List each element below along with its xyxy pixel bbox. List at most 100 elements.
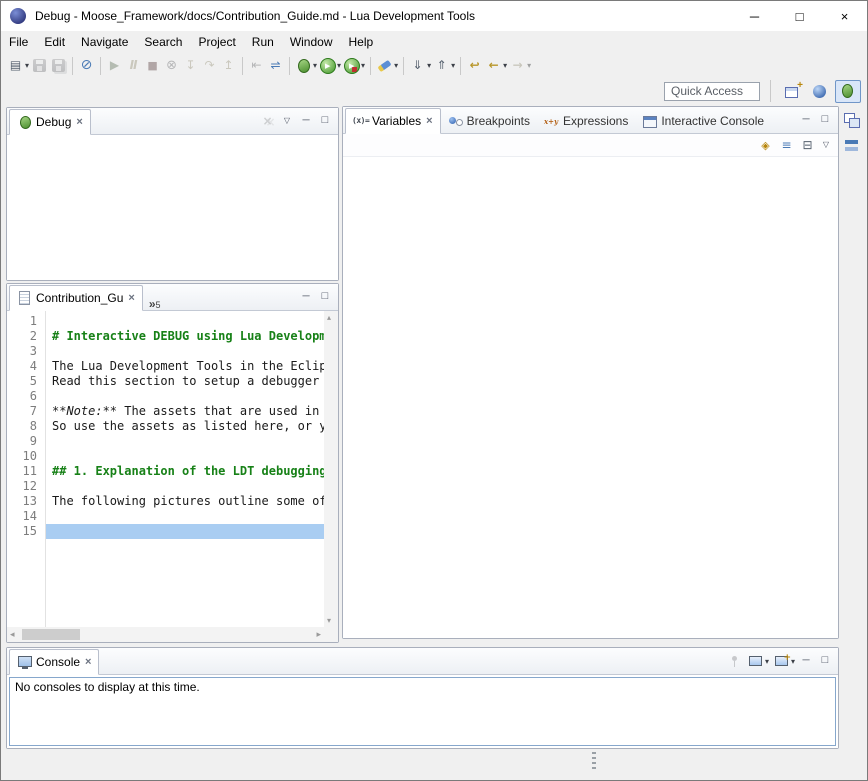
console-tab-console[interactable]: Console xyxy=(9,649,99,675)
open-console-button[interactable] xyxy=(772,650,796,672)
display-selected-console-button[interactable] xyxy=(746,650,770,672)
last-edit-location-button[interactable] xyxy=(465,55,484,77)
line-number[interactable]: 10 xyxy=(7,449,45,464)
line-number[interactable]: 12 xyxy=(7,479,45,494)
previous-annotation-button[interactable] xyxy=(432,55,456,77)
search-button[interactable] xyxy=(375,55,399,77)
save-button[interactable] xyxy=(30,55,49,77)
step-return-button[interactable] xyxy=(219,55,238,77)
drop-to-frame-button[interactable] xyxy=(247,55,266,77)
console-maximize-button[interactable] xyxy=(816,653,834,669)
horizontal-scrollbar-thumb[interactable] xyxy=(22,629,80,640)
debug-button[interactable] xyxy=(294,55,318,77)
line-number[interactable]: 15 xyxy=(7,524,45,539)
editor-minimize-button[interactable] xyxy=(297,289,315,305)
line-number[interactable]: 4 xyxy=(7,359,45,374)
editor-tab-contribution-gu[interactable]: Contribution_Gu xyxy=(9,285,143,311)
use-step-filters-button[interactable] xyxy=(266,55,285,77)
line-number[interactable]: 8 xyxy=(7,419,45,434)
menu-project[interactable]: Project xyxy=(190,31,243,52)
show-type-names-button[interactable] xyxy=(777,134,796,156)
open-perspective-button[interactable] xyxy=(781,81,805,102)
restore-view-button[interactable] xyxy=(842,111,862,129)
debug-tab-debug[interactable]: Debug xyxy=(9,109,91,135)
editor-line[interactable]: 5Read this section to setup a debugger xyxy=(7,374,324,389)
variables-tab-variables[interactable]: Variables xyxy=(345,108,441,134)
save-all-button[interactable] xyxy=(49,55,68,77)
line-number[interactable]: 14 xyxy=(7,509,45,524)
menu-file[interactable]: File xyxy=(1,31,36,52)
debug-view-menu-button[interactable] xyxy=(278,113,296,129)
minimize-window-button[interactable]: ─ xyxy=(732,1,777,31)
close-tab-button[interactable] xyxy=(85,656,91,668)
variables-tab-breakpoints[interactable]: Breakpoints xyxy=(441,109,537,133)
show-logical-structures-button[interactable] xyxy=(756,134,775,156)
back-button[interactable] xyxy=(484,55,508,77)
variables-tab-interactive-console[interactable]: Interactive Console xyxy=(635,109,771,133)
editor-line[interactable]: 6 xyxy=(7,389,324,404)
disconnect-button[interactable] xyxy=(162,55,181,77)
line-number[interactable]: 1 xyxy=(7,314,45,329)
terminate-button[interactable] xyxy=(143,55,162,77)
debug-maximize-button[interactable] xyxy=(316,113,334,129)
editor-horizontal-scrollbar[interactable] xyxy=(7,627,324,642)
suspend-button[interactable] xyxy=(124,55,143,77)
editor-line[interactable]: 11## 1. Explanation of the LDT debugging xyxy=(7,464,324,479)
editor-line[interactable]: 13The following pictures outline some of xyxy=(7,494,324,509)
step-over-button[interactable] xyxy=(200,55,219,77)
previous-annotation-button-dropdown[interactable] xyxy=(451,61,455,70)
new-wizard-button[interactable] xyxy=(6,55,30,77)
editor-line[interactable]: 15 xyxy=(7,524,324,539)
maximize-window-button[interactable]: □ xyxy=(777,1,822,31)
line-number[interactable]: 2 xyxy=(7,329,45,344)
next-annotation-button[interactable] xyxy=(408,55,432,77)
back-button-dropdown[interactable] xyxy=(503,61,507,70)
pin-console-button[interactable] xyxy=(725,650,744,672)
external-tools-button[interactable] xyxy=(342,55,366,77)
forward-button-dropdown[interactable] xyxy=(527,61,531,70)
resize-grip[interactable] xyxy=(592,752,596,772)
display-selected-console-button-dropdown[interactable] xyxy=(765,657,769,666)
quick-access-input[interactable]: Quick Access xyxy=(664,82,760,101)
menu-navigate[interactable]: Navigate xyxy=(73,31,136,52)
line-number[interactable]: 7 xyxy=(7,404,45,419)
close-tab-button[interactable] xyxy=(426,115,432,127)
line-number[interactable]: 5 xyxy=(7,374,45,389)
ldt-perspective-button[interactable] xyxy=(808,81,832,102)
run-button[interactable] xyxy=(318,55,342,77)
minimized-views-button[interactable] xyxy=(842,137,862,155)
hidden-editors-button[interactable]: »5 xyxy=(143,288,167,310)
resume-button[interactable] xyxy=(105,55,124,77)
editor-line[interactable]: 3 xyxy=(7,344,324,359)
editor-line[interactable]: 2# Interactive DEBUG using Lua Developm xyxy=(7,329,324,344)
close-window-button[interactable]: × xyxy=(822,1,867,31)
editor-line[interactable]: 9 xyxy=(7,434,324,449)
search-button-dropdown[interactable] xyxy=(394,61,398,70)
variables-tab-expressions[interactable]: Expressions xyxy=(537,109,635,133)
editor-line[interactable]: 1 xyxy=(7,314,324,329)
editor-text-area[interactable]: 12# Interactive DEBUG using Lua Developm… xyxy=(7,311,324,627)
editor-line[interactable]: 12 xyxy=(7,479,324,494)
remove-all-terminated-button[interactable] xyxy=(258,110,277,132)
variables-minimize-button[interactable] xyxy=(797,112,815,128)
step-into-button[interactable] xyxy=(181,55,200,77)
next-annotation-button-dropdown[interactable] xyxy=(427,61,431,70)
new-wizard-button-dropdown[interactable] xyxy=(25,61,29,70)
editor-maximize-button[interactable] xyxy=(316,289,334,305)
editor-line[interactable]: 8So use the assets as listed here, or y xyxy=(7,419,324,434)
variables-maximize-button[interactable] xyxy=(816,112,834,128)
variables-view-menu-button[interactable] xyxy=(817,137,835,153)
skip-all-breakpoints-button[interactable] xyxy=(77,55,96,77)
editor-line[interactable]: 7**Note:** The assets that are used in xyxy=(7,404,324,419)
menu-edit[interactable]: Edit xyxy=(36,31,73,52)
menu-search[interactable]: Search xyxy=(136,31,190,52)
line-number[interactable]: 3 xyxy=(7,344,45,359)
debug-minimize-button[interactable] xyxy=(297,113,315,129)
run-button-dropdown[interactable] xyxy=(337,61,341,70)
debug-button-dropdown[interactable] xyxy=(313,61,317,70)
editor-vertical-scrollbar[interactable] xyxy=(324,311,338,627)
line-number[interactable]: 13 xyxy=(7,494,45,509)
console-minimize-button[interactable] xyxy=(797,653,815,669)
debug-perspective-button[interactable] xyxy=(835,80,861,103)
line-number[interactable]: 11 xyxy=(7,464,45,479)
